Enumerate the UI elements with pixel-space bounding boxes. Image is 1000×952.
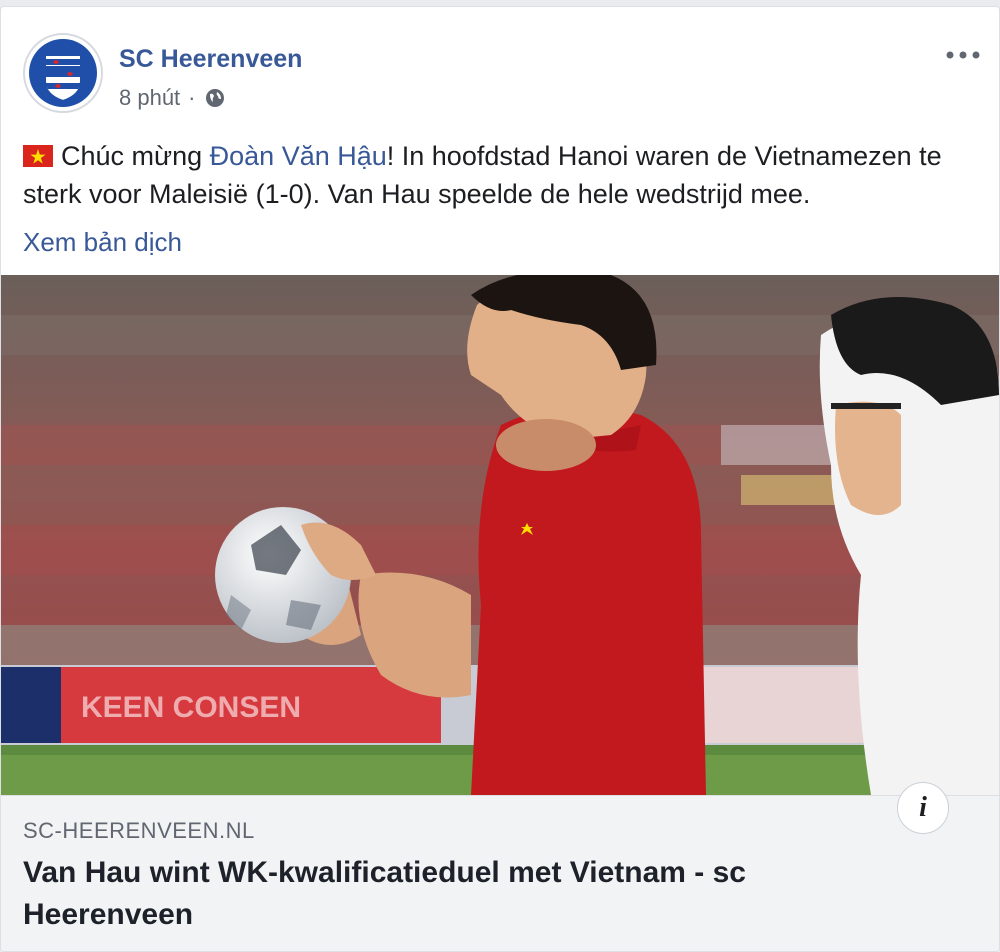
more-horizontal-icon xyxy=(946,51,980,59)
info-button[interactable]: i xyxy=(897,782,949,834)
vietnam-flag-icon xyxy=(23,139,53,167)
link-preview[interactable]: SC-HEERENVEEN.NL Van Hau wint WK-kwalifi… xyxy=(1,795,999,951)
page-avatar[interactable] xyxy=(23,33,103,113)
globe-icon[interactable] xyxy=(204,87,226,109)
meta-separator: · xyxy=(188,85,196,110)
link-domain: SC-HEERENVEEN.NL xyxy=(23,818,255,843)
post-header: SC Heerenveen 8 phút · xyxy=(23,33,983,117)
facebook-post: SC Heerenveen 8 phút · Chúc mừng Đoàn Vă… xyxy=(0,6,1000,952)
link-title[interactable]: Van Hau wint WK-kwalificatieduel met Vie… xyxy=(23,852,923,936)
post-image[interactable]: KEEN CONSEN xyxy=(1,275,999,795)
svg-text:KEEN CONSEN: KEEN CONSEN xyxy=(81,691,301,724)
post-meta: 8 phút · xyxy=(119,85,226,111)
more-options-button[interactable] xyxy=(943,43,983,67)
see-translation-link[interactable]: Xem bản dịch xyxy=(23,227,182,258)
mention-link[interactable]: Đoàn Văn Hậu xyxy=(210,141,387,171)
post-text: Chúc mừng Đoàn Văn Hậu! In hoofdstad Han… xyxy=(23,137,983,213)
post-timestamp[interactable]: 8 phút xyxy=(119,85,180,111)
heerenveen-logo-icon xyxy=(29,39,97,107)
post-text-prefix: Chúc mừng xyxy=(61,141,210,171)
page-name-link[interactable]: SC Heerenveen xyxy=(119,45,302,74)
football-player-photo: KEEN CONSEN xyxy=(1,275,999,795)
